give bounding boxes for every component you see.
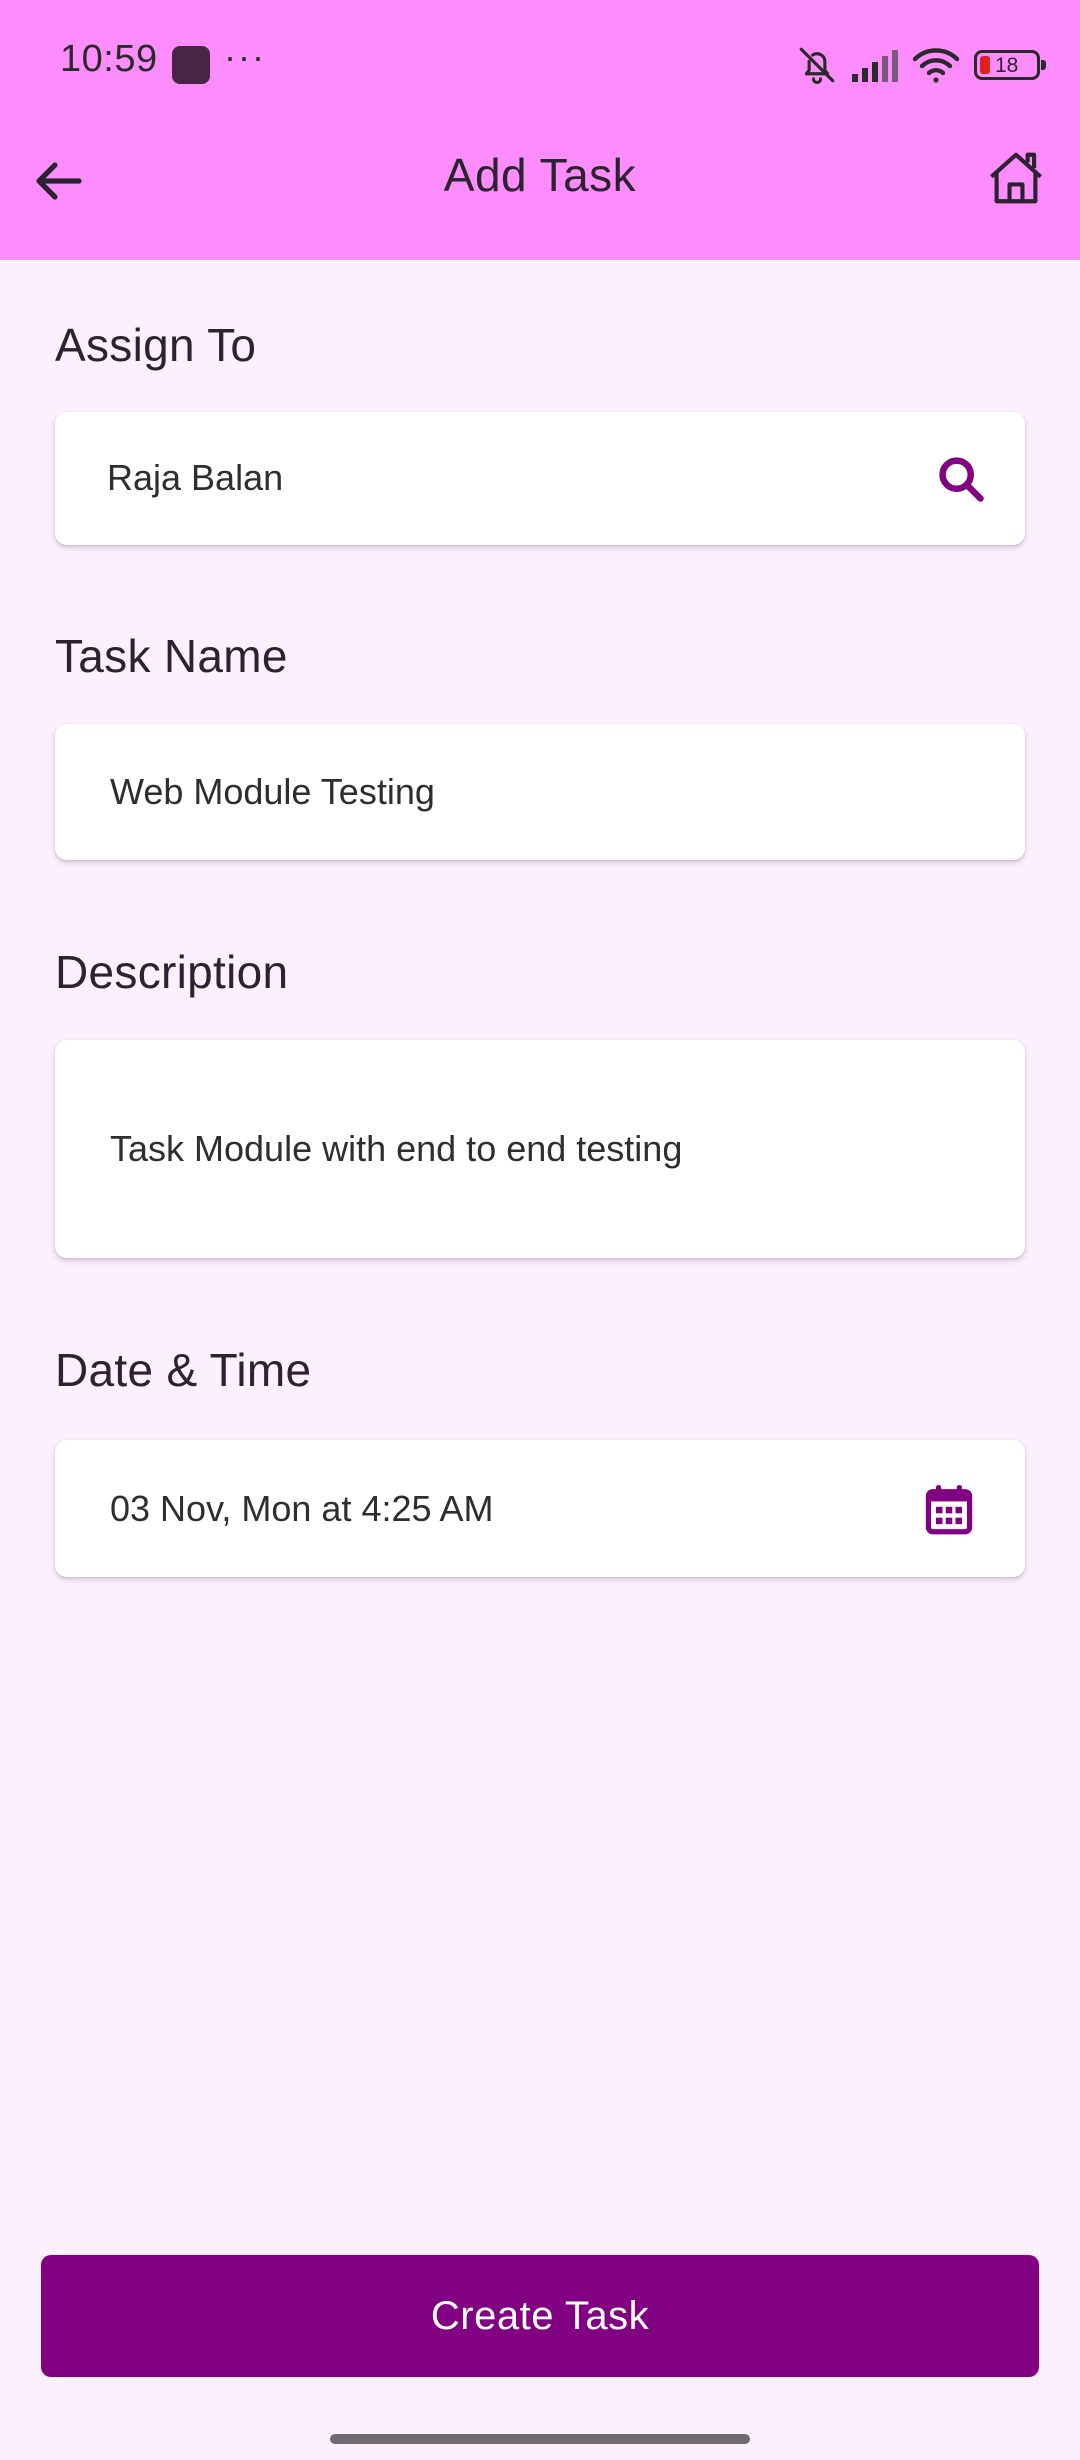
date-time-value: 03 Nov, Mon at 4:25 AM <box>110 1488 494 1529</box>
more-notifications-icon: ··· <box>224 36 266 77</box>
home-icon <box>990 152 1042 204</box>
battery-icon: 18 <box>974 50 1046 80</box>
create-task-button[interactable]: Create Task <box>41 2255 1039 2377</box>
calendar-button[interactable] <box>925 1483 973 1535</box>
nav-bar: Add Task <box>0 130 1080 260</box>
signal-icon <box>852 48 898 82</box>
status-time: 10:59 <box>60 38 158 80</box>
status-icons: 18 <box>796 42 1046 88</box>
battery-level: 18 <box>995 54 1019 77</box>
assign-to-label: Assign To <box>55 319 257 371</box>
status-bar: 10:59 ··· 18 <box>0 0 1080 130</box>
task-name-value: Web Module Testing <box>110 771 435 812</box>
calendar-icon <box>925 1484 973 1534</box>
description-field[interactable]: Task Module with end to end testing <box>55 1040 1025 1258</box>
wifi-icon <box>912 46 960 84</box>
description-value: Task Module with end to end testing <box>110 1128 683 1169</box>
page-title: Add Task <box>443 149 637 201</box>
task-name-label: Task Name <box>55 630 288 682</box>
assign-to-value: Raja Balan <box>107 457 284 498</box>
date-time-field[interactable]: 03 Nov, Mon at 4:25 AM <box>55 1440 1025 1577</box>
battery-fill <box>980 56 990 74</box>
search-button[interactable] <box>935 453 987 505</box>
app-square-icon <box>172 46 210 84</box>
search-icon <box>939 456 984 502</box>
description-label: Description <box>55 946 289 998</box>
home-indicator[interactable] <box>330 2434 750 2444</box>
app-header: 10:59 ··· 18 Add Task <box>0 0 1080 260</box>
task-name-field[interactable]: Web Module Testing <box>55 724 1025 860</box>
home-button[interactable] <box>978 140 1054 216</box>
assign-to-field[interactable]: Raja Balan <box>55 412 1025 545</box>
bell-off-icon <box>796 44 838 86</box>
date-time-label: Date & Time <box>55 1344 312 1396</box>
add-task-screen: 10:59 ··· 18 Add Task Assign To Raja Bal… <box>0 0 1080 2460</box>
